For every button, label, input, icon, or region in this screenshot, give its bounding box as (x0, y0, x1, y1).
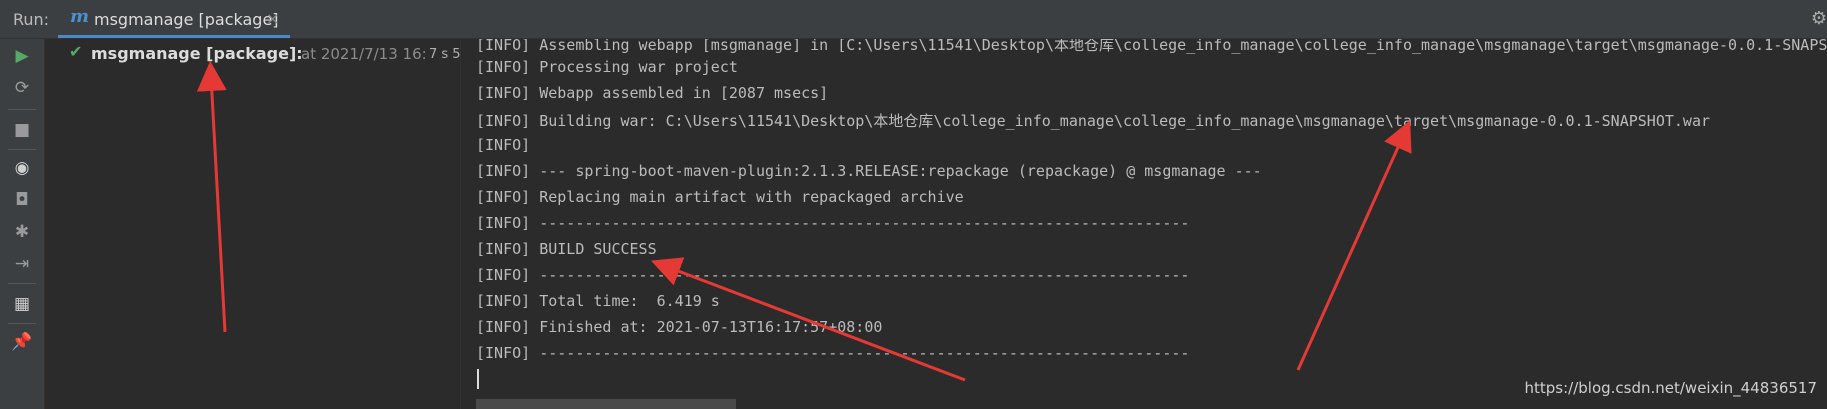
eye-icon[interactable]: ◉ (11, 157, 33, 179)
console-line: [INFO] Webapp assembled in [2087 msecs] (476, 84, 829, 102)
run-toolbar: ▶ ⟳ ■ ◉ ◘ ✱ ⇥ ▦ 📌 (0, 39, 45, 409)
console-line: [INFO] ---------------------------------… (476, 214, 1190, 232)
toolbar-divider (8, 149, 36, 150)
run-label: Run: (13, 10, 50, 29)
gear-icon[interactable]: ⚙ (1811, 8, 1827, 29)
console-line: [INFO] Processing war project (476, 58, 738, 76)
tab-title: msgmanage [package] (94, 10, 279, 29)
node-time: at 2021/7/13 16:17 (301, 45, 425, 63)
watermark: https://blog.csdn.net/weixin_44836517 (1524, 379, 1817, 397)
console-line: [INFO] (476, 136, 531, 154)
console-line: [INFO] Assembling webapp [msgmanage] in … (476, 39, 1827, 54)
pin-icon[interactable]: 📌 (11, 331, 33, 353)
debug-icon[interactable]: ✱ (11, 221, 33, 243)
console-line: [INFO] Building war: C:\Users\11541\Desk… (476, 112, 1710, 130)
node-name: msgmanage [package]: (91, 44, 303, 63)
build-tree-panel: ✔ msgmanage [package]: at 2021/7/13 16:1… (45, 39, 501, 409)
tab-msgmanage-package[interactable]: m msgmanage [package] × (58, 0, 290, 38)
toolbar-divider (8, 109, 36, 110)
text-cursor (477, 369, 479, 389)
camera-icon[interactable]: ◘ (11, 189, 33, 211)
toolbar-divider (8, 283, 36, 284)
import-icon[interactable]: ⇥ (11, 253, 33, 275)
console-line: [INFO] BUILD SUCCESS (476, 240, 657, 258)
horizontal-scrollbar[interactable] (476, 399, 736, 409)
stop-icon[interactable]: ■ (11, 119, 33, 141)
run-icon[interactable]: ▶ (11, 45, 33, 67)
console-line: [INFO] Finished at: 2021-07-13T16:17:57+… (476, 318, 883, 336)
console-output[interactable]: [INFO] Assembling webapp [msgmanage] in … (461, 39, 1827, 409)
maven-icon: m (70, 6, 90, 27)
console-line: [INFO] Total time: 6.419 s (476, 292, 720, 310)
console-line: [INFO] --- spring-boot-maven-plugin:2.1.… (476, 162, 1262, 180)
console-line: [INFO] ---------------------------------… (476, 344, 1190, 362)
success-check-icon: ✔ (69, 42, 83, 61)
toolbar-divider (8, 323, 36, 324)
console-line: [INFO] Replacing main artifact with repa… (476, 188, 964, 206)
layout-icon[interactable]: ▦ (11, 293, 33, 315)
rerun-failed-icon[interactable]: ⟳ (11, 77, 33, 99)
close-icon[interactable]: × (266, 9, 279, 28)
console-line: [INFO] ---------------------------------… (476, 266, 1190, 284)
run-tool-window-header: Run: m msgmanage [package] × ⚙ (0, 0, 1827, 39)
